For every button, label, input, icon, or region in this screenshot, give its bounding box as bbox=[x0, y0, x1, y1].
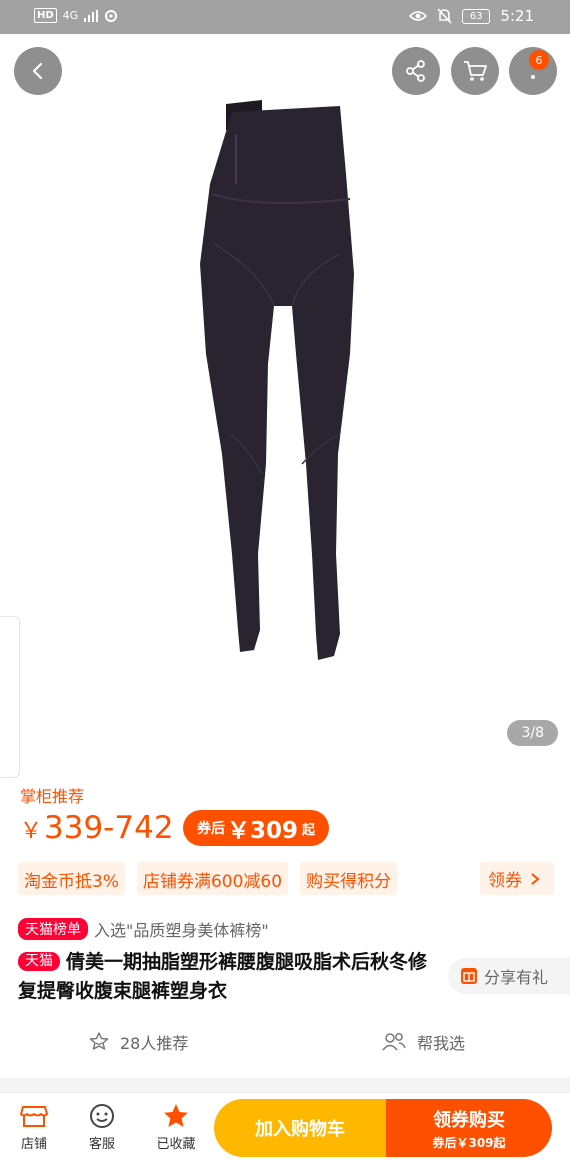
tmall-ranking-tag: 天猫榜单 bbox=[18, 918, 88, 940]
promo-tag[interactable]: 店铺券满600减60 bbox=[136, 862, 289, 895]
signal-icon bbox=[84, 9, 99, 22]
chevron-right-icon bbox=[531, 872, 540, 885]
shop-label: 店铺 bbox=[20, 1137, 47, 1152]
promo-tag[interactable]: 购买得积分 bbox=[300, 862, 398, 895]
product-detail-page: HD 4G 63 5:21 6 3/8 掌柜推荐 ￥ 339-742 券后 ￥3… bbox=[0, 0, 570, 1163]
price-value: 339-742 bbox=[44, 810, 174, 846]
back-button[interactable] bbox=[14, 47, 62, 95]
more-button[interactable]: 6 bbox=[509, 47, 557, 95]
favorite-tab[interactable]: 已收藏 bbox=[146, 1103, 206, 1152]
cart-count-badge: 6 bbox=[529, 50, 549, 70]
service-face-icon bbox=[90, 1104, 114, 1128]
ranking-text: 入选"品质塑身美体裤榜" bbox=[94, 921, 269, 940]
promo-tag[interactable]: 淘金币抵3% bbox=[18, 862, 125, 895]
status-bar: HD 4G 63 5:21 bbox=[0, 0, 570, 34]
mute-bell-icon bbox=[437, 8, 452, 24]
status-left: HD 4G bbox=[34, 8, 118, 23]
coupon-price: ￥309 bbox=[227, 818, 299, 844]
promo-list: 淘金币抵3% 店铺券满600减60 购买得积分 bbox=[18, 862, 398, 895]
back-arrow-icon bbox=[32, 62, 43, 80]
shopkeeper-recommend-label: 掌柜推荐 bbox=[20, 787, 85, 806]
gift-icon bbox=[461, 968, 477, 984]
ranking-row[interactable]: 天猫榜单 入选"品质塑身美体裤榜" bbox=[18, 917, 269, 941]
coupon-prefix: 券后 bbox=[197, 821, 225, 837]
cart-icon bbox=[464, 61, 487, 81]
action-row: 28人推荐 帮我选 bbox=[0, 1030, 570, 1060]
customer-service-tab[interactable]: 客服 bbox=[72, 1103, 132, 1152]
get-coupon-label: 领券 bbox=[488, 871, 522, 891]
coupon-buy-price: 券后￥309起 bbox=[432, 1135, 506, 1150]
customer-service-label: 客服 bbox=[88, 1137, 115, 1152]
recommend-count: 28人推荐 bbox=[120, 1034, 189, 1053]
star-badge-icon bbox=[89, 1032, 109, 1050]
network-indicator: 4G bbox=[62, 9, 79, 22]
people-icon bbox=[382, 1033, 406, 1051]
product-image-gallery[interactable]: 6 3/8 bbox=[0, 34, 570, 778]
share-icon bbox=[406, 60, 425, 82]
star-icon bbox=[164, 1104, 188, 1127]
add-to-cart-button[interactable]: 加入购物车 bbox=[214, 1099, 386, 1157]
price-range: ￥ 339-742 bbox=[20, 810, 174, 846]
status-right: 63 5:21 bbox=[409, 7, 534, 25]
eye-icon bbox=[409, 11, 428, 21]
coupon-price-badge[interactable]: 券后 ￥309 起 bbox=[183, 810, 330, 846]
product-title: 天猫 倩美一期抽脂塑形裤腰腹腿吸脂术后秋冬修复提臀收腹束腿裤塑身衣 bbox=[18, 948, 428, 1006]
get-coupon-link[interactable]: 领券 bbox=[480, 862, 554, 895]
cart-button[interactable] bbox=[451, 47, 499, 95]
help-choose-label: 帮我选 bbox=[417, 1034, 466, 1053]
coupon-buy-label: 领券购买 bbox=[433, 1109, 505, 1131]
section-divider bbox=[0, 1078, 570, 1092]
clock: 5:21 bbox=[500, 7, 534, 25]
shop-tab[interactable]: 店铺 bbox=[4, 1103, 64, 1152]
favorite-label: 已收藏 bbox=[156, 1137, 196, 1152]
currency-symbol: ￥ bbox=[20, 819, 43, 844]
product-image bbox=[200, 100, 354, 660]
help-choose-button[interactable]: 帮我选 bbox=[381, 1030, 465, 1054]
share-button[interactable] bbox=[392, 47, 440, 95]
shop-icon bbox=[20, 1106, 48, 1127]
bottom-action-bar: 店铺 客服 已收藏 加入购物车 领券购买 券后￥309起 bbox=[0, 1092, 570, 1163]
sync-icon bbox=[105, 9, 118, 22]
coupon-buy-button[interactable]: 领券购买 券后￥309起 bbox=[386, 1099, 552, 1157]
battery-indicator: 63 bbox=[462, 8, 491, 24]
recommend-button[interactable]: 28人推荐 bbox=[88, 1030, 188, 1054]
image-counter: 3/8 bbox=[507, 720, 558, 746]
product-title-text: 倩美一期抽脂塑形裤腰腹腿吸脂术后秋冬修复提臀收腹束腿裤塑身衣 bbox=[18, 951, 428, 1002]
coupon-suffix: 起 bbox=[302, 822, 316, 838]
side-drawer-handle[interactable] bbox=[0, 616, 20, 778]
share-gift-button[interactable]: 分享有礼 bbox=[448, 958, 570, 994]
tmall-tag: 天猫 bbox=[18, 952, 60, 971]
hd-indicator: HD bbox=[34, 8, 57, 23]
share-gift-label: 分享有礼 bbox=[484, 968, 549, 987]
